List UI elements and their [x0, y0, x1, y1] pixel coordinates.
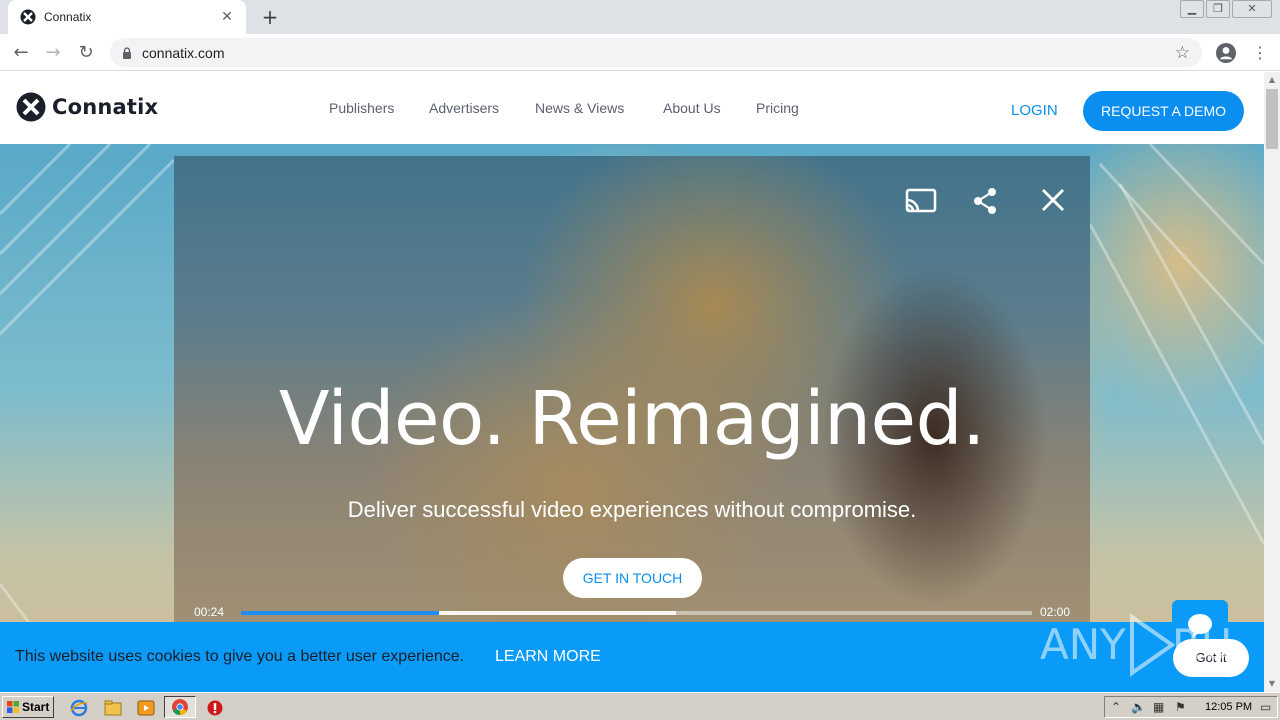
scroll-down-arrow-icon[interactable]: ▼ [1264, 676, 1280, 692]
site-header: Connatix Publishers Advertisers News & V… [0, 72, 1264, 144]
window-close-icon[interactable]: ✕ [1232, 0, 1272, 18]
anyrun-watermark: ANY RUN [1040, 613, 1230, 677]
action-center-flag-icon[interactable]: ⚑ [1175, 700, 1186, 714]
start-button[interactable]: Start [2, 696, 54, 718]
media-player-icon[interactable] [137, 699, 155, 717]
bookmark-star-icon[interactable]: ☆ [1175, 43, 1190, 63]
url-text: connatix.com [142, 44, 225, 61]
nav-publishers[interactable]: Publishers [329, 100, 394, 116]
progress-played [241, 611, 439, 615]
reload-icon[interactable]: ↻ [73, 40, 99, 66]
video-progress-bar[interactable] [241, 611, 1032, 615]
request-demo-button[interactable]: REQUEST A DEMO [1083, 91, 1244, 131]
internet-explorer-icon[interactable] [70, 699, 88, 717]
network-icon[interactable]: ▦ [1153, 700, 1164, 714]
connatix-favicon-icon [20, 9, 36, 25]
cast-icon[interactable] [904, 186, 938, 216]
browser-menu-icon[interactable]: ⋮ [1252, 42, 1268, 64]
start-label: Start [22, 700, 50, 714]
show-desktop-icon[interactable]: ▭ [1260, 700, 1271, 714]
back-arrow-icon[interactable]: ← [8, 40, 34, 66]
lock-icon [123, 46, 131, 59]
page-viewport: Connatix Publishers Advertisers News & V… [0, 72, 1264, 692]
watermark-text-right: RUN [1172, 620, 1230, 669]
brand-name: Connatix [52, 95, 159, 119]
file-explorer-icon[interactable] [104, 699, 122, 717]
nav-about-us[interactable]: About Us [663, 100, 721, 116]
volume-icon[interactable]: 🔈 [1131, 700, 1146, 714]
browser-tab[interactable]: Connatix ✕ [8, 0, 246, 34]
tray-expand-icon[interactable]: ⌃ [1111, 700, 1121, 714]
close-icon[interactable] [1036, 186, 1070, 216]
share-icon[interactable] [968, 186, 1002, 216]
tab-title: Connatix [44, 10, 92, 24]
clock: 12:05 PM [1205, 701, 1253, 713]
browser-toolbar: ← → ↻ connatix.com ☆ [0, 34, 1280, 71]
nav-news-views[interactable]: News & Views [535, 100, 624, 116]
page-scrollbar[interactable]: ▲ ▼ [1264, 72, 1280, 692]
restore-icon[interactable]: ❐ [1206, 0, 1230, 18]
get-in-touch-button[interactable]: GET IN TOUCH [563, 558, 702, 598]
watermark-text-left: ANY [1040, 620, 1126, 669]
minimize-icon[interactable]: ▁ [1180, 0, 1204, 18]
current-time: 00:24 [194, 605, 225, 619]
address-bar[interactable]: connatix.com ☆ [110, 38, 1202, 67]
profile-avatar-icon[interactable] [1215, 42, 1237, 64]
hero-title: Video. Reimagined. [278, 376, 986, 462]
cookie-message: This website uses cookies to give you a … [15, 648, 465, 665]
tab-close-icon[interactable]: ✕ [218, 9, 236, 25]
login-link[interactable]: LOGIN [1011, 102, 1058, 119]
taskbar: Start ⌃ 🔈 ▦ ⚑ 12:05 PM ▭ [0, 692, 1280, 720]
hero-subtitle: Deliver successful video experiences wit… [347, 497, 917, 522]
connatix-logo-icon [16, 92, 46, 122]
taskbar-chrome-button[interactable] [164, 696, 196, 718]
windows-flag-icon [7, 701, 19, 713]
new-tab-button[interactable]: + [258, 5, 282, 29]
learn-more-link[interactable]: LEARN MORE [495, 648, 601, 666]
system-tray: ⌃ 🔈 ▦ ⚑ 12:05 PM ▭ [1104, 696, 1278, 718]
scroll-up-arrow-icon[interactable]: ▲ [1264, 72, 1280, 88]
nav-pricing[interactable]: Pricing [756, 100, 799, 116]
stop-sign-icon[interactable] [206, 699, 224, 717]
tab-strip: Connatix ✕ + ▁ ❐ ✕ [0, 0, 1280, 34]
connatix-logo[interactable]: Connatix [16, 92, 158, 122]
window-controls: ▁ ❐ ✕ [1180, 0, 1272, 18]
nav-advertisers[interactable]: Advertisers [429, 100, 499, 116]
scrollbar-thumb[interactable] [1266, 89, 1278, 149]
chrome-icon [172, 699, 188, 716]
forward-arrow-icon[interactable]: → [40, 40, 66, 66]
